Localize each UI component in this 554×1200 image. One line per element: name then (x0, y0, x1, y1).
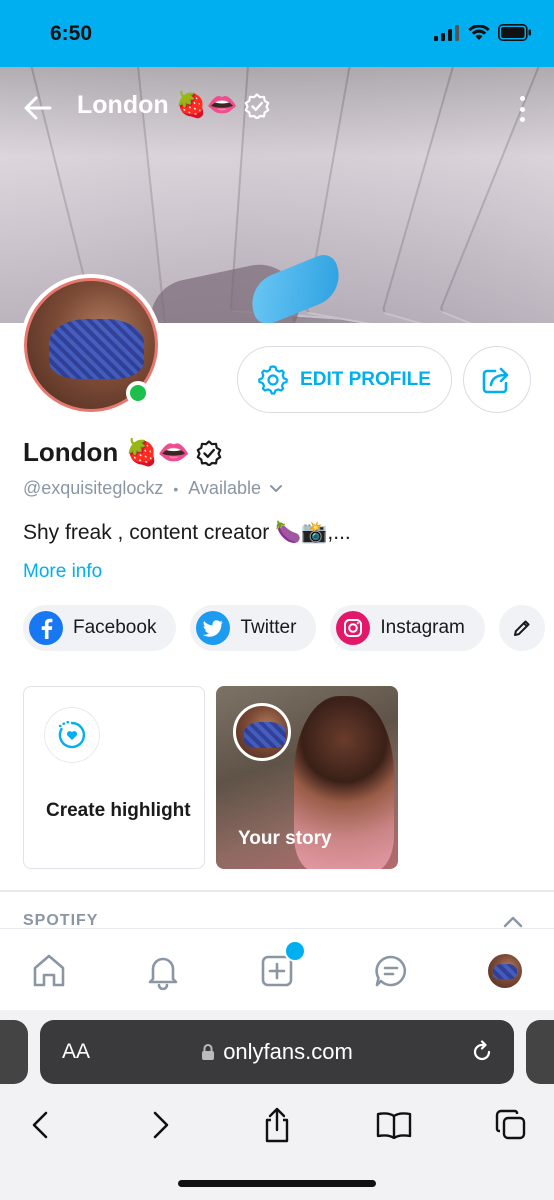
twitter-link[interactable]: Twitter (190, 605, 317, 651)
more-options-button[interactable] (510, 94, 534, 124)
nav-notifications[interactable] (141, 949, 185, 993)
profile-avatar-icon (488, 954, 522, 988)
tabs-button[interactable] (489, 1103, 533, 1147)
chevron-down-icon (269, 485, 282, 492)
chevron-left-icon (32, 1111, 48, 1139)
nav-home[interactable] (27, 949, 71, 993)
browser-back-button[interactable] (18, 1103, 62, 1147)
profile-handle: @exquisiteglockz (23, 478, 164, 498)
book-icon (376, 1112, 412, 1139)
arrow-left-icon (24, 96, 52, 120)
page-title: London 🍓👄 (77, 91, 270, 120)
edit-profile-button[interactable]: EDIT PROFILE (237, 346, 452, 413)
reload-icon (473, 1040, 491, 1061)
edit-profile-label: EDIT PROFILE (300, 368, 431, 390)
edit-socials-button[interactable] (499, 605, 545, 651)
browser-forward-button[interactable] (139, 1103, 183, 1147)
facebook-label: Facebook (73, 617, 157, 638)
url-display[interactable]: onlyfans.com (40, 1039, 514, 1065)
bookmarks-button[interactable] (372, 1103, 416, 1147)
verified-icon (244, 92, 270, 119)
lock-icon (202, 1044, 215, 1060)
gear-icon (258, 364, 288, 395)
address-bar[interactable]: AA onlyfans.com (40, 1020, 514, 1084)
status-time: 6:50 (50, 22, 93, 45)
home-indicator (178, 1180, 376, 1187)
browser-toolbar (0, 1095, 554, 1155)
back-button[interactable] (22, 92, 54, 124)
verified-icon (196, 439, 222, 466)
home-icon (33, 954, 65, 987)
wifi-icon (468, 24, 490, 40)
more-info-link[interactable]: More info (23, 561, 102, 583)
story-avatar (233, 703, 291, 761)
browser-share-button[interactable] (255, 1103, 299, 1147)
instagram-icon (336, 611, 371, 645)
instagram-link[interactable]: Instagram (330, 605, 485, 651)
twitter-label: Twitter (240, 617, 297, 638)
status-icons (434, 24, 532, 41)
signal-icon (434, 24, 459, 41)
your-story-card[interactable]: Your story (216, 686, 398, 869)
prev-tab-peek[interactable] (0, 1020, 28, 1084)
social-links: Facebook Twitter Instagram (23, 605, 485, 651)
nav-profile[interactable] (483, 949, 527, 993)
message-icon (375, 955, 407, 987)
create-highlight-card[interactable]: Create highlight (23, 686, 205, 869)
section-divider (0, 890, 554, 892)
facebook-link[interactable]: Facebook (23, 605, 177, 651)
next-tab-peek[interactable] (526, 1020, 554, 1084)
bell-icon (148, 957, 178, 990)
bottom-nav (0, 928, 554, 1010)
create-highlight-label: Create highlight (46, 800, 191, 821)
tabs-icon (495, 1109, 526, 1140)
reload-button[interactable] (470, 1040, 494, 1069)
share-icon (265, 1107, 289, 1143)
profile-bio: Shy freak , content creator 🍆📸,... (23, 521, 351, 544)
status-bar: 6:50 (0, 0, 554, 67)
browser-chrome: AA onlyfans.com (0, 1010, 554, 1200)
notification-badge (284, 940, 306, 962)
handle-row: @exquisiteglockz • Available (23, 478, 283, 499)
share-icon (482, 367, 509, 393)
pencil-icon (514, 620, 530, 636)
more-dots-icon (519, 96, 525, 101)
nav-messages[interactable] (369, 949, 413, 993)
highlight-icon (44, 707, 100, 763)
twitter-icon (196, 611, 231, 645)
url-text: onlyfans.com (223, 1039, 353, 1064)
page-title-text: London 🍓👄 (77, 91, 238, 119)
profile-name: London 🍓👄 (23, 437, 222, 468)
chevron-up-icon (503, 916, 523, 928)
instagram-label: Instagram (380, 617, 465, 638)
share-button[interactable] (463, 346, 531, 413)
availability-dropdown[interactable]: Available (188, 478, 283, 499)
chevron-right-icon (153, 1111, 169, 1139)
profile-name-text: London 🍓👄 (23, 437, 191, 467)
availability-label: Available (188, 478, 261, 498)
top-nav: London 🍓👄 (0, 67, 554, 147)
facebook-icon (29, 611, 63, 645)
your-story-label: Your story (238, 828, 332, 849)
battery-icon (498, 24, 531, 41)
separator-dot: • (173, 480, 179, 497)
online-status-dot (126, 381, 150, 405)
